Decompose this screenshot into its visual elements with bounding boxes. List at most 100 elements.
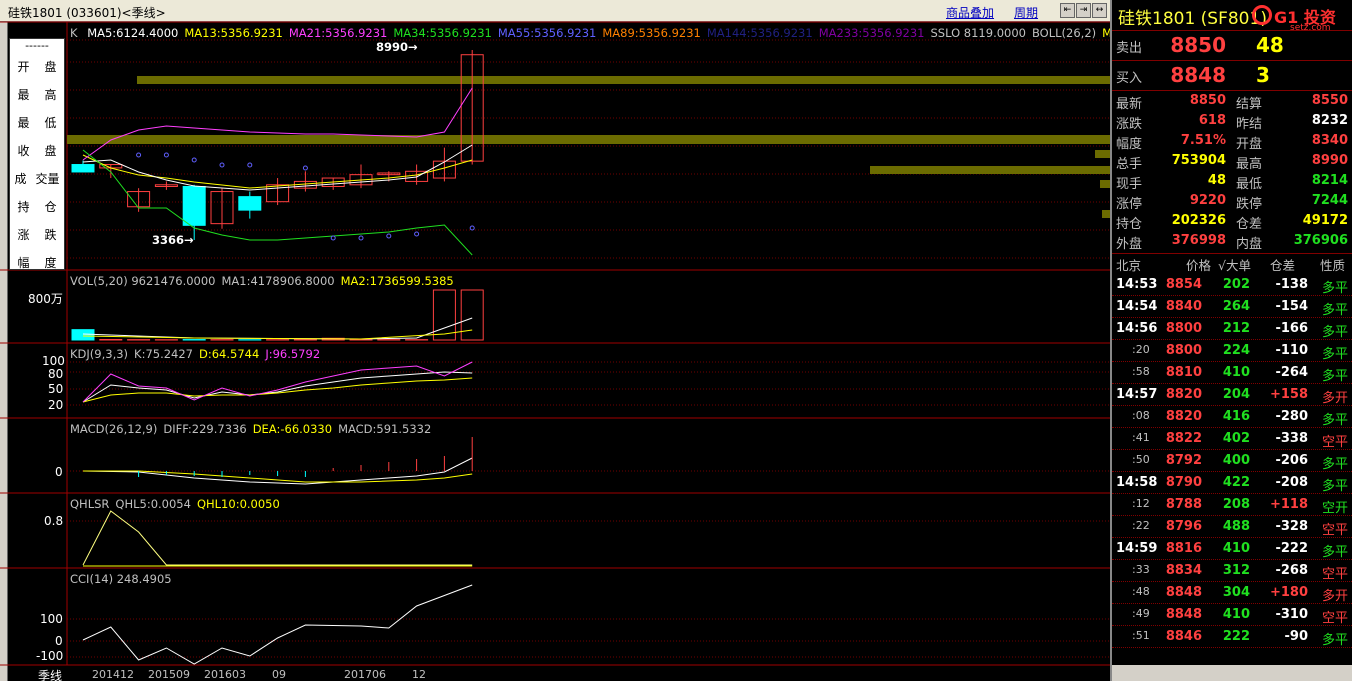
legend-row-open: 开盘 [10,53,64,81]
tick-time: :50 [1132,453,1150,466]
legend-separator: ------ [25,39,49,52]
main-value: MA55:5356.9231 [497,26,597,40]
ticks-header-time: 北京 [1116,258,1142,273]
boll-upper-line [82,87,473,161]
tick-nature: 多平 [1321,303,1348,318]
stat-value: 376906 [1293,233,1348,248]
tick-nature: 多开 [1321,391,1348,406]
tick-row: :20 8800 224 -110 多平 [1114,340,1352,362]
legend-row-high: 最高 [10,81,64,109]
main-indicator-values: MA5:6124.4000 MA13:5356.9231 MA21:5356.923… [87,26,1163,40]
tick-price: 8820 [1165,387,1202,402]
legend-row-change: 涨跌 [10,221,64,249]
stat-value: 49172 [1302,213,1348,228]
quote-stat-row: 最新 8850 结算 8550 [1114,91,1352,112]
vol-value: VOL(5,20) 9621476.0000 [70,274,216,288]
buy-qty: 3 [1256,63,1270,87]
tick-volume: 202 [1222,277,1250,292]
sar-dot [330,235,336,241]
tick-position-diff: -280 [1275,409,1308,424]
bottom-tabbar[interactable] [1112,665,1352,681]
tick-divider [1112,317,1352,318]
tick-time: :33 [1132,563,1150,576]
tick-nature: 空平 [1321,523,1348,538]
main-panel-title: K [70,26,78,40]
tick-price: 8854 [1165,277,1202,292]
macd-value: DEA:-66.0330 [252,422,333,436]
kdj-value: KDJ(9,3,3) [70,347,129,361]
tick-price: 8848 [1165,585,1202,600]
legend-char: 持 [17,200,30,214]
main-value: MA144:5356.9231 [706,26,813,40]
stat-value: 753904 [1171,153,1226,168]
tick-price: 8796 [1165,519,1202,534]
tick-time: 14:57 [1116,387,1158,402]
tick-nature: 空平 [1321,435,1348,450]
main-value: SSLO 8119.0000 [930,26,1027,40]
legend-char: 高 [44,88,57,102]
tick-position-diff: -138 [1275,277,1308,292]
vol-value: MA2:1736599.5385 [340,274,454,288]
tick-row: 14:56 8800 212 -166 多平 [1114,318,1352,340]
stat-value: 8340 [1311,133,1348,148]
tick-time: :48 [1132,585,1150,598]
qhlsr-indicator-values: QHLSR QHL5:0.0054 QHL10:0.0050 [70,497,286,511]
tick-position-diff: -110 [1275,343,1308,358]
chip-band [1095,150,1110,158]
macd-panel-header: MACD(26,12,9) DIFF:229.7336 DEA:-66.0330 MA… [70,422,443,436]
tick-time: 14:58 [1116,475,1158,490]
legend-char: 最 [17,116,30,130]
tick-time: :22 [1132,519,1150,532]
stat-label: 开盘 [1236,137,1263,152]
buy-row: 买入 8848 3 [1116,61,1352,89]
tick-divider [1112,493,1352,494]
tick-time: :49 [1132,607,1150,620]
tick-row: :48 8848 304 +180 多开 [1114,582,1352,604]
qhlsr-value: QHL5:0.0054 [115,497,191,511]
quote-stat-row: 持仓 202326 仓差 49172 [1114,211,1352,232]
tick-position-diff: -206 [1275,453,1308,468]
tick-price: 8790 [1165,475,1202,490]
tick-position-diff: +158 [1269,387,1308,402]
quote-panel: 硅铁1801 (SF801) G1 投资 setz.com 卖出 8850 48… [1112,0,1352,681]
qhlsr-value: QHL10:0.0050 [196,497,280,511]
kdj-value: D:64.5744 [199,347,260,361]
tick-position-diff: -154 [1275,299,1308,314]
kdj-panel-header: KDJ(9,3,3) K:75.2427 D:64.5744 J:96.5792 [70,347,332,361]
tick-time: :08 [1132,409,1150,422]
tick-price: 8834 [1165,563,1202,578]
tick-price: 8840 [1165,299,1202,314]
legend-char: 盘 [44,144,57,158]
sar-dot [247,162,253,168]
tick-divider [1112,625,1352,626]
stat-value: 9220 [1189,193,1226,208]
legend-char: 度 [44,256,57,270]
tick-volume: 402 [1222,431,1250,446]
tick-position-diff: -264 [1275,365,1308,380]
volume-bar [99,338,123,341]
legend-char: 仓 [44,200,57,214]
tick-divider [1112,647,1352,648]
tick-volume: 410 [1222,607,1250,622]
contract-title: 硅铁1801 (SF801) [1118,9,1267,29]
legend-row-close: 收盘 [10,137,64,165]
tick-row: :12 8788 208 +118 空开 [1114,494,1352,516]
tick-price: 8810 [1165,365,1202,380]
cci-indicator-values: CCI(14) 248.4905 [70,572,178,586]
tick-nature: 空开 [1321,501,1348,516]
kdj-indicator-values: KDJ(9,3,3) K:75.2427 D:64.5744 J:96.5792 [70,347,326,361]
stat-value: 8550 [1311,93,1348,108]
tick-position-diff: -208 [1275,475,1308,490]
x-tick: 201603 [204,668,246,681]
tick-position-diff: +180 [1269,585,1308,600]
stat-label: 涨停 [1116,197,1143,212]
tick-nature: 多平 [1321,457,1348,472]
macd-value: DIFF:229.7336 [163,422,247,436]
legend-char: 幅 [17,256,30,270]
tick-nature: 空平 [1321,567,1348,582]
tick-nature: 多平 [1321,369,1348,384]
stat-label: 外盘 [1116,237,1143,252]
sell-qty: 48 [1256,33,1284,57]
legend-char: 成 [14,172,27,186]
tick-volume: 416 [1222,409,1250,424]
